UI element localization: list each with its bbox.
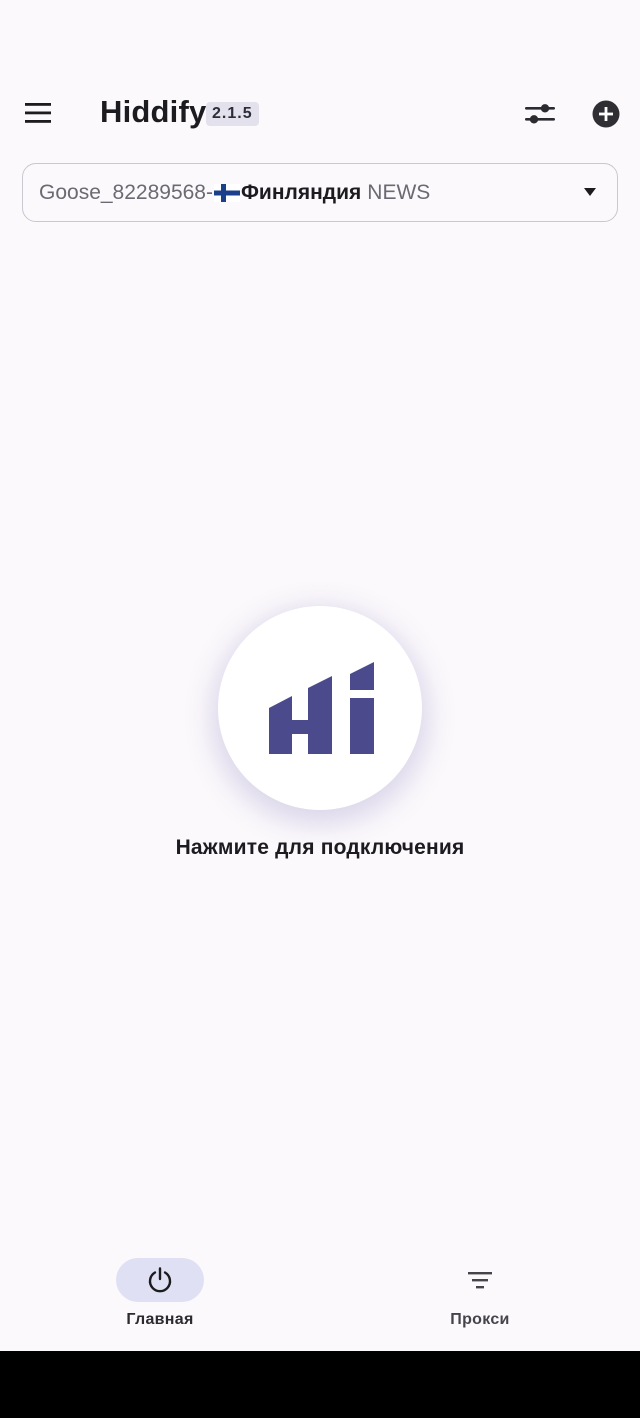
filter-list-icon <box>468 1272 492 1289</box>
connect-hint: Нажмите для подключения <box>175 836 465 859</box>
menu-icon <box>25 103 51 123</box>
hiddify-logo-icon <box>269 662 374 754</box>
tune-icon <box>525 104 555 124</box>
version-badge: 2.1.5 <box>206 102 259 126</box>
profile-country: Финляндия <box>240 180 362 204</box>
finland-flag-icon <box>213 183 240 202</box>
filter-button[interactable] <box>516 92 564 136</box>
caret-down-icon <box>584 188 596 196</box>
nav-proxy[interactable]: Прокси <box>400 1258 560 1338</box>
bottom-navigation: Главная Прокси <box>0 1240 640 1351</box>
app-screen: Hiddify 2.1.5 Goose_82289568- Финляндия … <box>0 0 640 1351</box>
nav-home[interactable]: Главная <box>80 1258 240 1338</box>
nav-home-label: Главная <box>126 1311 194 1328</box>
add-circle-icon <box>592 100 620 128</box>
profile-dropdown[interactable]: Goose_82289568- Финляндия NEWS <box>22 163 618 222</box>
top-app-bar: Hiddify 2.1.5 <box>0 80 640 146</box>
menu-button[interactable] <box>14 92 64 134</box>
profile-name: Goose_82289568- <box>39 180 213 204</box>
nav-home-indicator <box>116 1258 204 1302</box>
profile-tag: NEWS <box>367 180 431 204</box>
nav-proxy-indicator <box>436 1258 524 1302</box>
nav-proxy-label: Прокси <box>450 1311 510 1328</box>
power-icon <box>148 1267 172 1293</box>
app-title: Hiddify <box>100 94 207 129</box>
add-profile-button[interactable] <box>584 92 628 136</box>
system-navigation-bar <box>0 1351 640 1418</box>
profile-selected-value: Goose_82289568- Финляндия NEWS <box>39 181 430 205</box>
connect-button[interactable] <box>218 606 422 810</box>
